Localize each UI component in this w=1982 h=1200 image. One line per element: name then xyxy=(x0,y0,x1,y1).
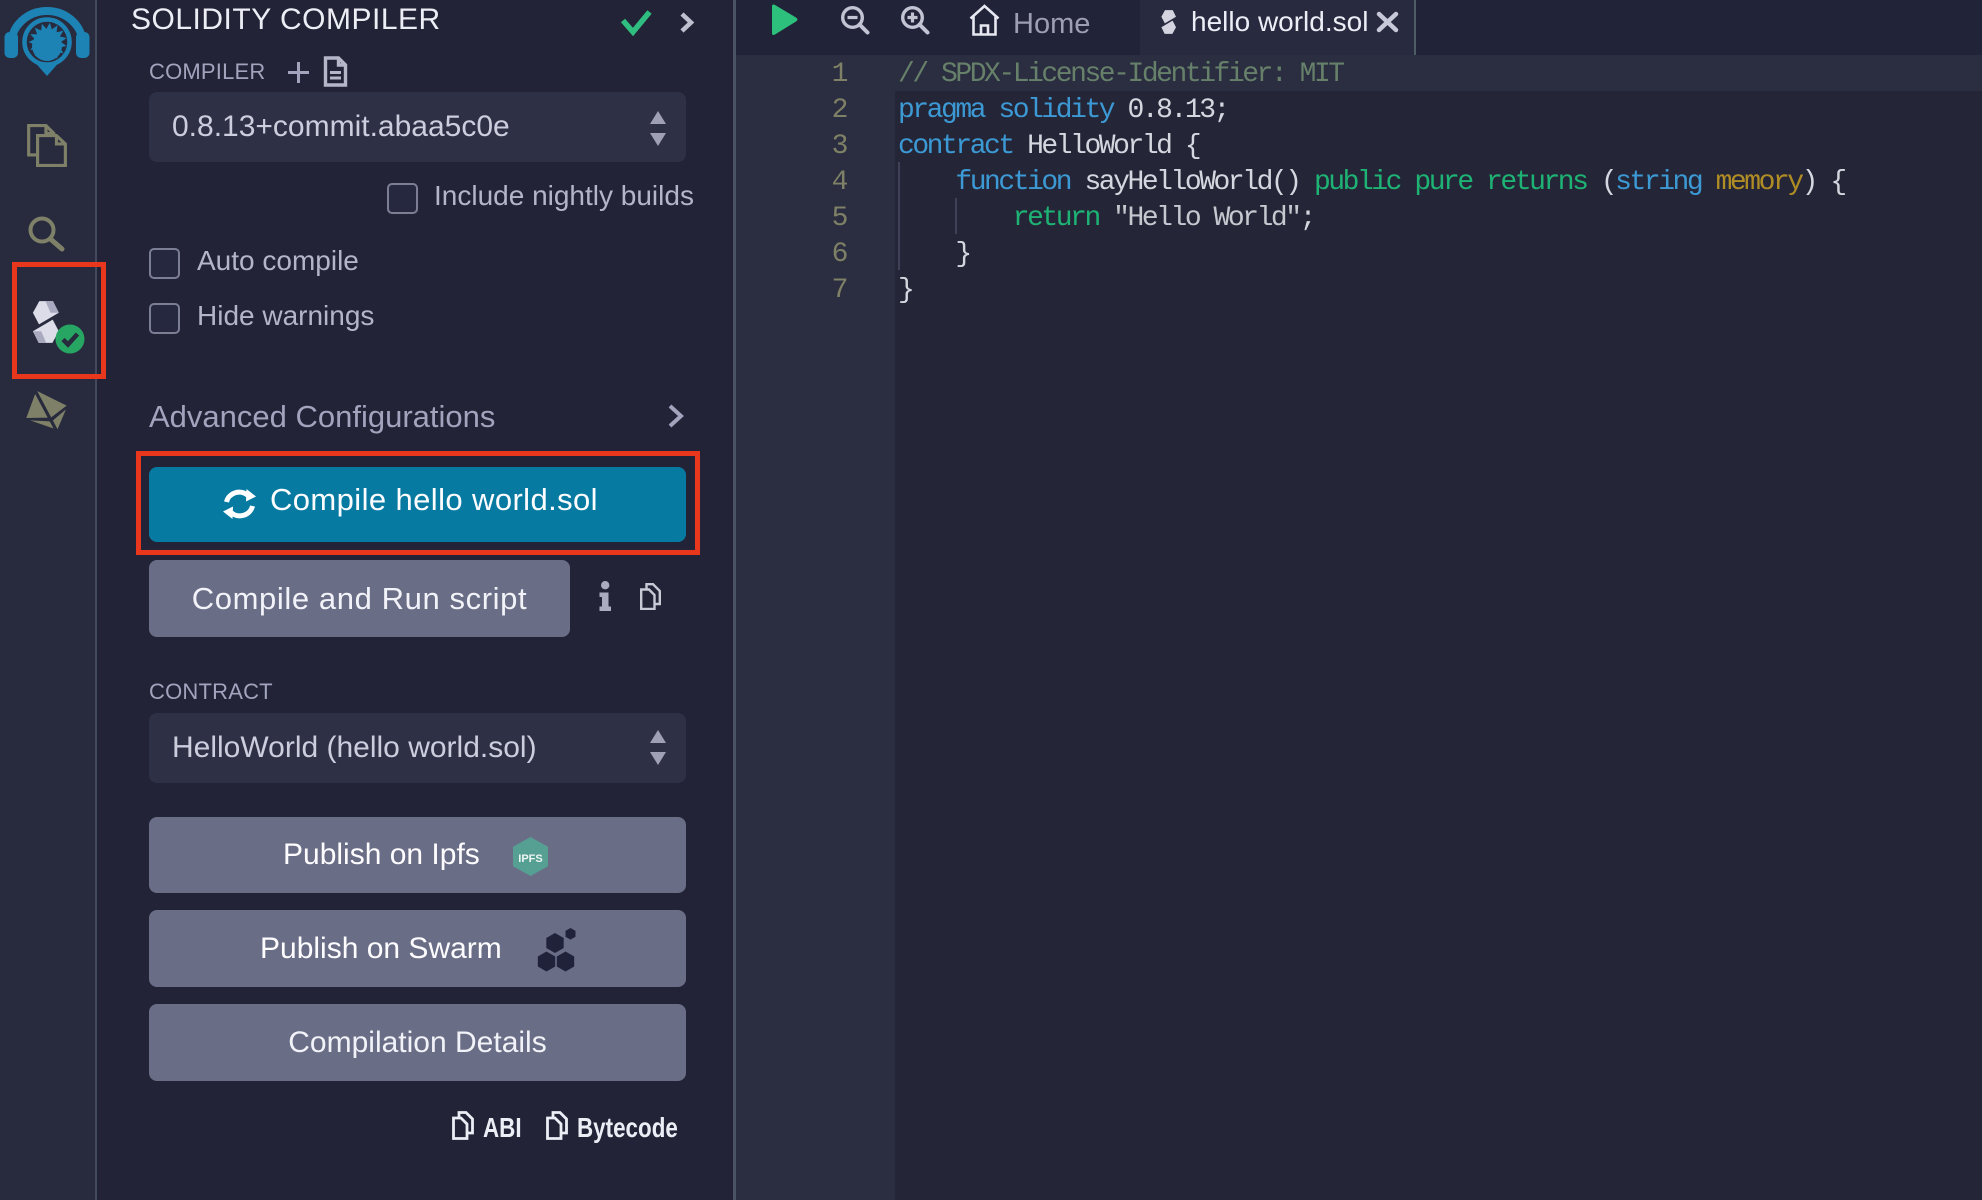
svg-text:IPFS: IPFS xyxy=(518,853,542,865)
